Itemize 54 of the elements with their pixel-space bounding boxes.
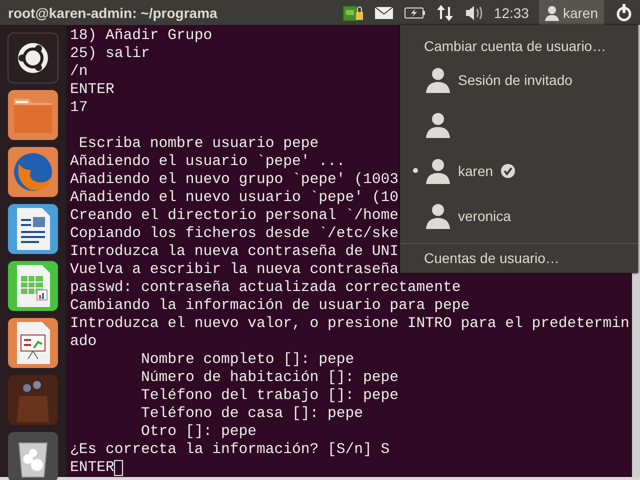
terminal-line: Vuelva a escribir la nueva contraseña (70, 261, 399, 279)
terminal-line: /n (70, 63, 88, 81)
presentation-icon[interactable] (7, 317, 59, 369)
user-item[interactable]: Sesión de invitado (400, 58, 638, 103)
user-item[interactable]: veronica (400, 193, 638, 239)
user-name: veronica (458, 208, 511, 224)
terminal-line: ENTER (70, 459, 114, 477)
volume-icon[interactable] (464, 4, 484, 20)
user-name: karen (458, 162, 494, 179)
browser-icon[interactable] (7, 146, 59, 198)
terminal-line: Creando el directorio personal `/home (70, 207, 399, 225)
network-lock-icon[interactable] (342, 2, 364, 22)
terminal-line: Introduzca el nuevo valor, o presione INTRO para el predetermin (70, 315, 630, 333)
terminal-line: Número de habitación []: pepe (140, 369, 399, 387)
terminal-line: Nombre completo []: pepe (140, 351, 354, 369)
terminal-line: Introduzca la nueva contraseña de UNI (70, 243, 399, 261)
person-icon (426, 112, 450, 138)
terminal-line: Otro []: pepe (140, 423, 256, 441)
terminal-line: 25) salir (70, 45, 150, 63)
terminal-line: 18) Añadir Grupo (70, 27, 212, 45)
person-icon (426, 202, 450, 229)
terminal-line: Escriba nombre usuario pepe (78, 135, 319, 153)
clock[interactable]: 12:33 (494, 4, 529, 20)
terminal-line: ENTER (70, 81, 114, 99)
person-icon (544, 4, 559, 20)
terminal-line: Cambiando la información de usuario para pepe (70, 297, 470, 315)
terminal-line: ¿Es correcta la información? [S/n] S (70, 441, 390, 459)
terminal-line: Añadiendo el nuevo grupo `pepe' (1003 (70, 171, 399, 189)
envelope-icon[interactable] (374, 6, 394, 20)
spreadsheet-icon[interactable] (7, 260, 59, 312)
terminal-line: 17 (70, 99, 88, 117)
menu-item[interactable]: Cuentas de usuario… (400, 244, 638, 274)
trash-icon[interactable] (7, 431, 59, 480)
folder-icon[interactable] (7, 89, 59, 141)
power-icon[interactable] (614, 2, 634, 22)
ubuntu-logo-icon[interactable] (7, 32, 59, 84)
person-icon (426, 158, 450, 184)
shopping-bag-icon[interactable] (7, 374, 59, 426)
user-name: Sesión de invitado (458, 72, 572, 88)
terminal-line: ado (70, 333, 97, 351)
document-icon[interactable] (7, 203, 59, 255)
terminal-line: passwd: contraseña actualizada correctamente (70, 279, 461, 297)
user-item[interactable]: karen (400, 148, 638, 194)
terminal-line: Copiando los ficheros desde `/etc/ske (70, 225, 399, 243)
terminal-line: Añadiendo el usuario `pepe' ... (70, 153, 346, 171)
user-menu-button[interactable]: karen (538, 0, 604, 25)
terminal-line: Añadiendo el nuevo usuario `pepe' (10 (70, 189, 399, 207)
terminal-line: Teléfono de casa []: pepe (140, 405, 364, 423)
menu-item[interactable]: Cambiar cuenta de usuario… (400, 25, 638, 58)
battery-icon[interactable] (404, 6, 426, 18)
terminal-line: Teléfono del trabajo []: pepe (140, 387, 399, 405)
up-down-arrows-icon[interactable] (436, 4, 454, 22)
window-title: root@karen-admin: ~/programa (8, 4, 218, 20)
person-icon (426, 67, 450, 94)
